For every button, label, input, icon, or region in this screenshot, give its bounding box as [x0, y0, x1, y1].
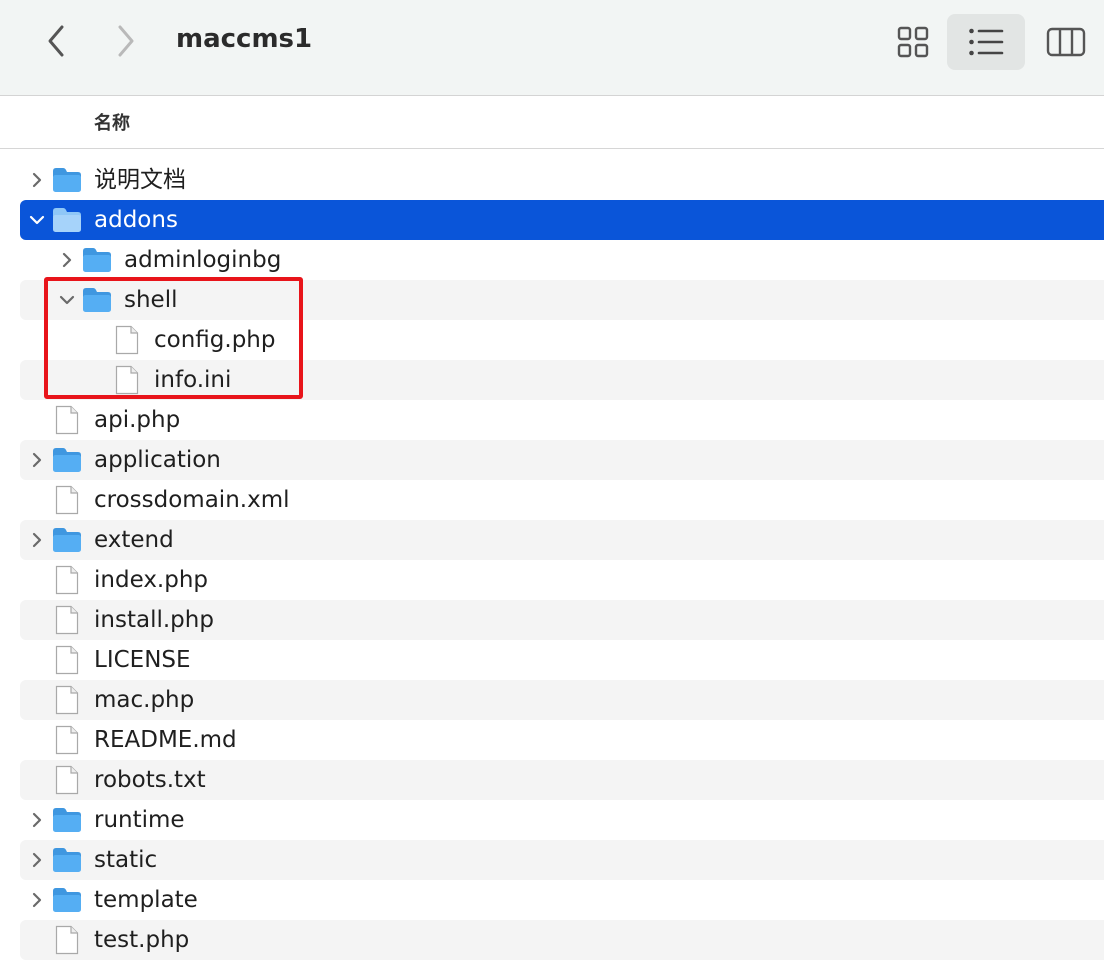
file-row-shell[interactable]: shell [20, 280, 1104, 320]
folder-icon [52, 206, 82, 234]
folder-icon [52, 806, 82, 834]
file-name: LICENSE [94, 647, 191, 673]
file-name: api.php [94, 407, 181, 433]
folder-icon [82, 286, 112, 314]
column-view-icon [1046, 27, 1086, 57]
folder-icon [82, 246, 112, 274]
list-header: 名称 [0, 96, 1104, 149]
file-name: README.md [94, 727, 237, 753]
folder-icon [52, 446, 82, 474]
grid-view-button[interactable] [886, 14, 940, 70]
file-row-addons[interactable]: addons [20, 200, 1104, 240]
file-row-robots-txt[interactable]: robots.txt [20, 760, 1104, 800]
file-row-extend[interactable]: extend [20, 520, 1104, 560]
file-row-runtime[interactable]: runtime [20, 800, 1104, 840]
chevron-right-icon[interactable] [27, 810, 47, 830]
chevron-right-icon[interactable] [27, 530, 47, 550]
chevron-right-icon[interactable] [57, 250, 77, 270]
file-row-config-php[interactable]: config.php [20, 320, 1104, 360]
file-icon [52, 605, 82, 635]
folder-icon [52, 526, 82, 554]
file-row-test-php[interactable]: test.php [20, 920, 1104, 960]
file-name: adminloginbg [124, 247, 282, 273]
file-name: info.ini [154, 367, 232, 393]
file-icon [52, 685, 82, 715]
window-title: maccms1 [176, 24, 313, 54]
file-name: index.php [94, 567, 209, 593]
file-row-index-php[interactable]: index.php [20, 560, 1104, 600]
finder-toolbar: maccms1 [0, 0, 1104, 96]
file-name: template [94, 887, 198, 913]
file-row-license[interactable]: LICENSE [20, 640, 1104, 680]
file-icon [52, 485, 82, 515]
list-view-icon [969, 28, 1004, 56]
file-row-说明文档[interactable]: 说明文档 [20, 160, 1104, 200]
file-row-template[interactable]: template [20, 880, 1104, 920]
file-row-api-php[interactable]: api.php [20, 400, 1104, 440]
chevron-right-icon[interactable] [27, 450, 47, 470]
folder-icon [52, 166, 82, 194]
file-name: robots.txt [94, 767, 206, 793]
file-row-info-ini[interactable]: info.ini [20, 360, 1104, 400]
back-button[interactable] [36, 21, 76, 61]
file-row-application[interactable]: application [20, 440, 1104, 480]
file-row-mac-php[interactable]: mac.php [20, 680, 1104, 720]
file-icon [112, 365, 142, 395]
grid-view-icon [897, 26, 929, 58]
folder-icon [52, 886, 82, 914]
file-name: 说明文档 [94, 167, 186, 193]
file-name: addons [94, 207, 178, 233]
file-row-adminloginbg[interactable]: adminloginbg [20, 240, 1104, 280]
file-name: mac.php [94, 687, 195, 713]
list-view-button[interactable] [947, 14, 1025, 70]
file-icon [52, 925, 82, 955]
name-column-header[interactable]: 名称 [94, 109, 130, 135]
file-icon [52, 765, 82, 795]
chevron-right-icon[interactable] [27, 890, 47, 910]
file-name: runtime [94, 807, 185, 833]
chevron-left-icon [48, 25, 64, 57]
file-name: application [94, 447, 221, 473]
file-name: config.php [154, 327, 276, 353]
file-name: extend [94, 527, 174, 553]
file-row-crossdomain-xml[interactable]: crossdomain.xml [20, 480, 1104, 520]
file-name: crossdomain.xml [94, 487, 290, 513]
file-name: test.php [94, 927, 190, 953]
file-icon [52, 565, 82, 595]
file-row-static[interactable]: static [20, 840, 1104, 880]
file-name: shell [124, 287, 178, 313]
file-row-readme-md[interactable]: README.md [20, 720, 1104, 760]
file-name: install.php [94, 607, 214, 633]
chevron-down-icon[interactable] [57, 290, 77, 310]
forward-button[interactable] [106, 21, 146, 61]
file-list: 说明文档 addons adminloginbg shell config.php inf… [0, 160, 1104, 960]
chevron-right-icon [118, 25, 134, 57]
file-row-install-php[interactable]: install.php [20, 600, 1104, 640]
file-icon [52, 405, 82, 435]
folder-icon [52, 846, 82, 874]
column-view-button[interactable] [1036, 14, 1096, 70]
file-name: static [94, 847, 158, 873]
chevron-right-icon[interactable] [27, 850, 47, 870]
file-icon [52, 725, 82, 755]
file-icon [112, 325, 142, 355]
chevron-down-icon[interactable] [27, 210, 47, 230]
file-icon [52, 645, 82, 675]
chevron-right-icon[interactable] [27, 170, 47, 190]
